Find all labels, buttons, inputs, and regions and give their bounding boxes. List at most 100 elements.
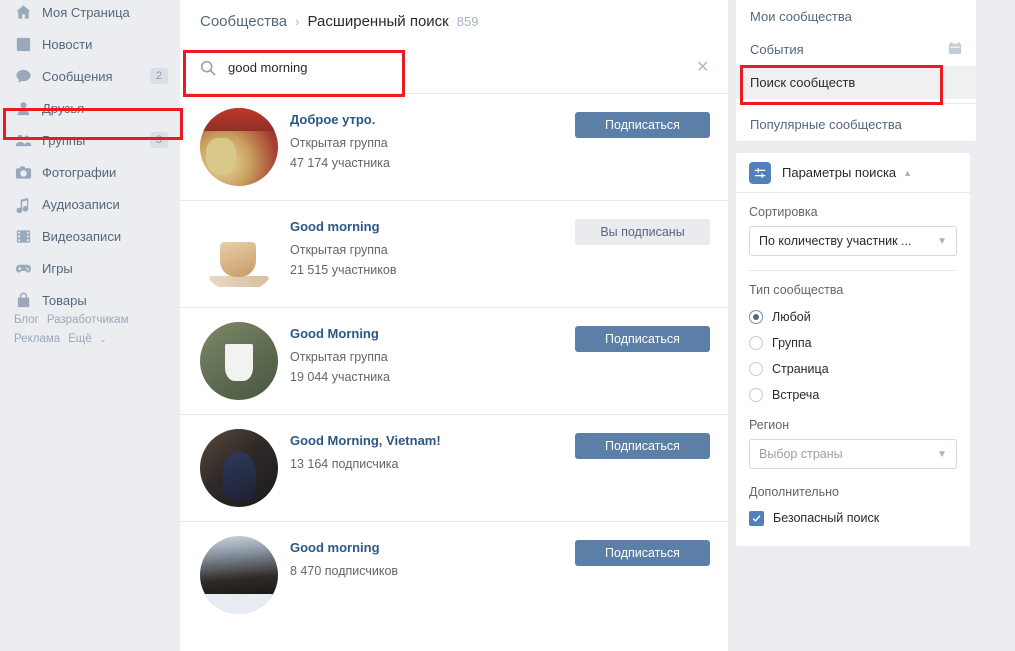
sidebar-item-camera[interactable]: Фотографии xyxy=(0,160,180,184)
close-icon[interactable]: ✕ xyxy=(696,59,710,75)
home-icon xyxy=(14,4,32,21)
group-avatar[interactable] xyxy=(200,429,278,507)
sidebar-item-label: Новости xyxy=(42,36,93,52)
right-menu-item[interactable]: События xyxy=(736,33,976,66)
community-type-option-label: Страница xyxy=(772,362,829,376)
radio-icon[interactable] xyxy=(749,388,763,402)
sidebar-item-video[interactable]: Видеозаписи xyxy=(0,224,180,248)
right-menu-item[interactable]: Мои сообщества xyxy=(736,0,976,33)
sidebar-item-label: Видеозаписи xyxy=(42,228,122,244)
additional-label: Дополнительно xyxy=(749,485,839,499)
sidebar-item-label: Игры xyxy=(42,260,73,276)
bag-icon xyxy=(14,292,32,309)
group-title[interactable]: Good Morning, Vietnam! xyxy=(290,433,575,448)
sidebar-item-label: Фотографии xyxy=(42,164,117,180)
menu-divider xyxy=(736,103,976,104)
group-info: Good morning Открытая группа 21 515 участн… xyxy=(290,215,575,280)
group-member-count: 21 515 участников xyxy=(290,263,397,277)
subscribe-button[interactable]: Подписаться xyxy=(575,112,710,138)
group-avatar[interactable] xyxy=(200,536,278,614)
group-action: Подписаться xyxy=(575,322,710,352)
group-member-count: 13 164 подписчика xyxy=(290,457,399,471)
sort-select[interactable]: По количеству участник ... ▼ xyxy=(749,226,957,256)
group-result-item[interactable]: Доброе утро. Открытая группа 47 174 участн… xyxy=(180,94,728,201)
left-sidebar: Моя Страница Новости Сообщения 2 Друзья Групп… xyxy=(0,0,183,651)
group-action: Подписаться xyxy=(575,108,710,138)
community-type-option[interactable]: Группа xyxy=(749,330,957,356)
search-bar[interactable]: good morning ✕ xyxy=(180,42,728,94)
right-menu-label: События xyxy=(750,42,804,57)
footer-link[interactable]: Блог xyxy=(14,311,39,329)
community-type-option[interactable]: Встреча xyxy=(749,382,957,408)
sidebar-item-gamepad[interactable]: Игры xyxy=(0,256,180,280)
groups-icon xyxy=(14,132,32,149)
region-select[interactable]: Выбор страны ▼ xyxy=(749,439,957,469)
chevron-down-icon[interactable]: ⌄ xyxy=(100,335,107,344)
page-title: Расширенный поиск xyxy=(307,12,449,30)
music-icon xyxy=(14,196,32,213)
breadcrumb-parent[interactable]: Сообщества xyxy=(200,13,287,30)
sidebar-item-bag[interactable]: Товары xyxy=(0,288,180,312)
group-title[interactable]: Good morning xyxy=(290,219,575,234)
sidebar-item-news[interactable]: Новости xyxy=(0,32,180,56)
radio-icon[interactable] xyxy=(749,310,763,324)
search-results-list: Доброе утро. Открытая группа 47 174 участн… xyxy=(180,94,728,628)
search-params-header[interactable]: Параметры поиска ▲ xyxy=(736,153,970,193)
group-avatar[interactable] xyxy=(200,215,278,293)
right-menu-item[interactable]: Популярные сообщества xyxy=(736,108,976,141)
community-type-option-label: Группа xyxy=(772,336,812,350)
chevron-down-icon: ▼ xyxy=(937,448,947,460)
radio-icon[interactable] xyxy=(749,362,763,376)
sort-select-value: По количеству участник ... xyxy=(759,234,912,248)
sidebar-item-friends[interactable]: Друзья xyxy=(0,96,180,120)
sidebar-item-label: Группы xyxy=(42,132,86,148)
subscribe-button[interactable]: Подписаться xyxy=(575,326,710,352)
group-result-item[interactable]: Good Morning, Vietnam! 13 164 подписчика П… xyxy=(180,415,728,522)
group-result-item[interactable]: Good morning 8 470 подписчиков Подписаться xyxy=(180,522,728,628)
sidebar-item-label: Сообщения xyxy=(42,68,113,84)
group-title[interactable]: Good Morning xyxy=(290,326,575,341)
group-result-item[interactable]: Good Morning Открытая группа 19 044 участн… xyxy=(180,308,728,415)
chevron-up-icon[interactable]: ▲ xyxy=(903,168,912,178)
group-member-count: 47 174 участника xyxy=(290,156,390,170)
region-select-value: Выбор страны xyxy=(759,447,843,461)
news-icon xyxy=(14,36,32,53)
params-divider xyxy=(749,270,957,271)
search-params-body: Сортировка По количеству участник ... ▼ … xyxy=(736,193,970,546)
footer-link[interactable]: Разработчикам xyxy=(47,311,129,329)
group-title[interactable]: Good morning xyxy=(290,540,575,555)
safe-search-row[interactable]: Безопасный поиск xyxy=(749,506,957,530)
subscribe-button[interactable]: Подписаться xyxy=(575,433,710,459)
right-sidebar: Мои сообщества События Поиск сообществ Попу… xyxy=(728,0,1015,651)
community-type-option[interactable]: Страница xyxy=(749,356,957,382)
radio-icon[interactable] xyxy=(749,336,763,350)
group-result-item[interactable]: Good morning Открытая группа 21 515 участн… xyxy=(180,201,728,308)
community-type-option-label: Любой xyxy=(772,310,811,324)
footer-link[interactable]: Ещё xyxy=(68,330,92,348)
breadcrumb: Сообщества › Расширенный поиск 859 xyxy=(180,0,728,42)
sidebar-item-home[interactable]: Моя Страница xyxy=(0,0,180,24)
safe-search-label: Безопасный поиск xyxy=(773,511,880,525)
community-type-option[interactable]: Любой xyxy=(749,304,957,330)
group-title[interactable]: Доброе утро. xyxy=(290,112,575,127)
subscribed-status-button[interactable]: Вы подписаны xyxy=(575,219,710,245)
group-member-count: 8 470 подписчиков xyxy=(290,564,399,578)
sidebar-item-message[interactable]: Сообщения 2 xyxy=(0,64,180,88)
right-menu-label: Популярные сообщества xyxy=(750,117,902,132)
subscribe-button[interactable]: Подписаться xyxy=(575,540,710,566)
sidebar-item-badge: 3 xyxy=(149,132,168,148)
search-icon xyxy=(200,60,216,76)
vk-groups-search-page: Моя Страница Новости Сообщения 2 Друзья Групп… xyxy=(0,0,1015,651)
sidebar-item-music[interactable]: Аудиозаписи xyxy=(0,192,180,216)
right-menu-item-active[interactable]: Поиск сообществ xyxy=(736,66,976,99)
community-type-label: Тип сообщества xyxy=(749,283,844,297)
search-input[interactable]: good morning xyxy=(228,60,696,75)
sidebar-item-groups[interactable]: Группы 3 xyxy=(0,128,180,152)
sliders-icon xyxy=(749,161,771,184)
footer-link[interactable]: Реклама xyxy=(14,330,60,348)
group-avatar[interactable] xyxy=(200,322,278,400)
group-avatar[interactable] xyxy=(200,108,278,186)
check-icon[interactable] xyxy=(749,510,764,526)
main-navigation: Моя Страница Новости Сообщения 2 Друзья Групп… xyxy=(0,0,180,312)
group-action: Подписаться xyxy=(575,536,710,566)
